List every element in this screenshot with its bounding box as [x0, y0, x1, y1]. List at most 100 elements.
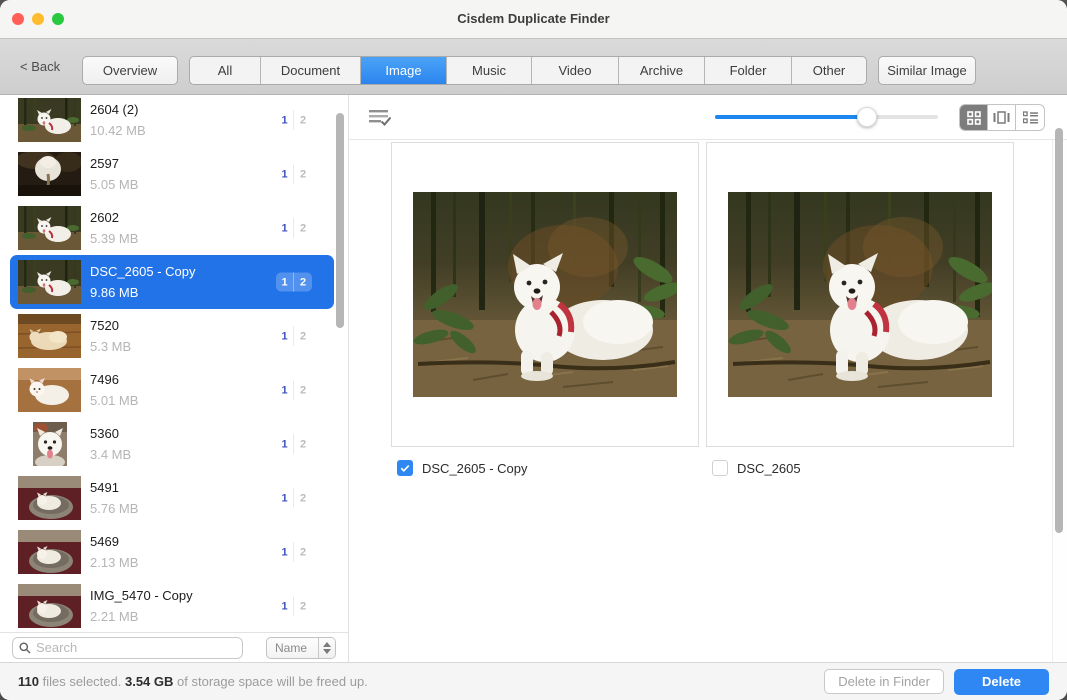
- duplicate-check-row: DSC_2605 - Copy: [391, 460, 699, 476]
- badge-count-2: 2: [294, 435, 312, 454]
- file-name: 5491: [90, 480, 138, 495]
- freed-size: 3.54 GB: [125, 674, 173, 689]
- badge-count-2: 2: [294, 381, 312, 400]
- file-meta: 7496 5.01 MB: [90, 372, 138, 408]
- file-row[interactable]: 7520 5.3 MB 12: [10, 309, 334, 363]
- file-name: 2602: [90, 210, 138, 225]
- file-size: 5.3 MB: [90, 339, 131, 354]
- file-row[interactable]: 25975.05 MB12: [10, 147, 334, 201]
- column-view-button[interactable]: [988, 105, 1016, 130]
- tab-video[interactable]: Video: [532, 57, 619, 84]
- badge-count-1: 1: [276, 597, 294, 616]
- duplicate-check-row: DSC_2605: [706, 460, 1014, 476]
- duplicate-count-badge: 12: [276, 597, 312, 616]
- file-name: 7496: [90, 372, 138, 387]
- file-size: 5.05 MB: [90, 177, 138, 192]
- sidebar-footer: Name: [0, 632, 348, 662]
- delete-in-finder-button[interactable]: Delete in Finder: [824, 669, 944, 694]
- file-row[interactable]: 5469 2.13 MB 12: [10, 525, 334, 579]
- file-meta: 2604 (2)10.42 MB: [90, 102, 146, 138]
- tab-all[interactable]: All: [190, 57, 261, 84]
- selected-count: 110: [18, 674, 39, 689]
- status-bar: 110 files selected. 3.54 GB of storage s…: [0, 662, 1067, 700]
- file-type-tabs: AllDocumentImageMusicVideoArchiveFolderO…: [189, 56, 867, 85]
- file-row[interactable]: 53603.4 MB12: [10, 417, 334, 471]
- dog-forest-photo-preview: [413, 192, 677, 397]
- file-meta: 5469 2.13 MB: [90, 534, 138, 570]
- tab-music[interactable]: Music: [447, 57, 532, 84]
- badge-count-2: 2: [294, 273, 312, 292]
- badge-count-1: 1: [276, 489, 294, 508]
- sidebar: 2604 (2)10.42 MB12 25975.05 MB12 26025.3…: [0, 95, 348, 662]
- duplicate-card-block: DSC_2605: [706, 142, 1014, 476]
- dog-forest-thumbnail-image: [18, 206, 81, 250]
- badge-count-1: 1: [276, 435, 294, 454]
- delete-button[interactable]: Delete: [954, 669, 1049, 695]
- main-panel: DSC_2605 - Copy: [348, 95, 1067, 662]
- dog-portrait-thumbnail-image: [18, 422, 81, 466]
- badge-count-1: 1: [276, 543, 294, 562]
- file-size: 2.13 MB: [90, 555, 138, 570]
- duplicate-checkbox[interactable]: [397, 460, 413, 476]
- tab-archive[interactable]: Archive: [619, 57, 705, 84]
- sort-select[interactable]: Name: [266, 637, 336, 659]
- file-name: 7520: [90, 318, 131, 333]
- file-row[interactable]: IMG_5470 - Copy2.21 MB12: [10, 579, 334, 632]
- search-input[interactable]: [36, 640, 236, 655]
- badge-count-2: 2: [294, 327, 312, 346]
- title-bar: Cisdem Duplicate Finder: [0, 0, 1067, 38]
- tab-image[interactable]: Image: [361, 57, 447, 84]
- file-size: 10.42 MB: [90, 123, 146, 138]
- duplicate-count-badge: 12: [276, 543, 312, 562]
- file-meta: 26025.39 MB: [90, 210, 138, 246]
- main-scrollbar-thumb[interactable]: [1055, 128, 1063, 533]
- file-size: 5.01 MB: [90, 393, 138, 408]
- thumbnail-size-slider[interactable]: [715, 107, 938, 127]
- file-row[interactable]: 2604 (2)10.42 MB12: [10, 95, 334, 147]
- cat-white-thumbnail-image: [18, 368, 81, 412]
- duplicate-file-list: 2604 (2)10.42 MB12 25975.05 MB12 26025.3…: [0, 95, 348, 632]
- zoom-button[interactable]: [52, 13, 64, 25]
- list-view-button[interactable]: [1016, 105, 1044, 130]
- duplicate-count-badge: 12: [276, 327, 312, 346]
- badge-count-2: 2: [294, 543, 312, 562]
- tab-folder[interactable]: Folder: [705, 57, 792, 84]
- duplicate-filename: DSC_2605 - Copy: [422, 461, 528, 476]
- grid-view-button[interactable]: [960, 105, 988, 130]
- duplicate-image-card[interactable]: [706, 142, 1014, 447]
- tab-document[interactable]: Document: [261, 57, 361, 84]
- file-size: 3.4 MB: [90, 447, 131, 462]
- close-button[interactable]: [12, 13, 24, 25]
- duplicate-checkbox[interactable]: [712, 460, 728, 476]
- duplicate-preview-area: DSC_2605 - Copy: [349, 140, 1067, 476]
- main-toolbar: [349, 95, 1067, 140]
- minimize-button[interactable]: [32, 13, 44, 25]
- file-size: 2.21 MB: [90, 609, 193, 624]
- duplicate-image-card[interactable]: [391, 142, 699, 447]
- duplicate-filename: DSC_2605: [737, 461, 801, 476]
- slider-fill: [715, 115, 867, 119]
- badge-count-2: 2: [294, 597, 312, 616]
- overview-button[interactable]: Overview: [82, 56, 178, 85]
- cat-basket-thumbnail-image: [18, 530, 81, 574]
- file-size: 5.76 MB: [90, 501, 138, 516]
- file-row[interactable]: 5491 5.76 MB 12: [10, 471, 334, 525]
- file-row[interactable]: DSC_2605 - Copy9.86 MB12: [10, 255, 334, 309]
- back-button[interactable]: < Back: [20, 39, 60, 95]
- file-meta: DSC_2605 - Copy9.86 MB: [90, 264, 196, 300]
- duplicate-count-badge: 12: [276, 489, 312, 508]
- file-row[interactable]: 74965.01 MB12: [10, 363, 334, 417]
- search-box: [12, 637, 243, 659]
- file-size: 9.86 MB: [90, 285, 196, 300]
- file-name: 5469: [90, 534, 138, 549]
- similar-image-button[interactable]: Similar Image: [878, 56, 976, 85]
- select-list-button[interactable]: [369, 108, 391, 129]
- slider-knob[interactable]: [857, 107, 877, 127]
- file-meta: 7520 5.3 MB: [90, 318, 131, 354]
- file-row[interactable]: 26025.39 MB12: [10, 201, 334, 255]
- duplicate-count-badge: 12: [276, 165, 312, 184]
- sidebar-scrollbar-thumb[interactable]: [336, 113, 344, 328]
- tab-other[interactable]: Other: [792, 57, 866, 84]
- column-view-icon: [993, 111, 1010, 124]
- duplicate-card-block: DSC_2605 - Copy: [391, 142, 699, 476]
